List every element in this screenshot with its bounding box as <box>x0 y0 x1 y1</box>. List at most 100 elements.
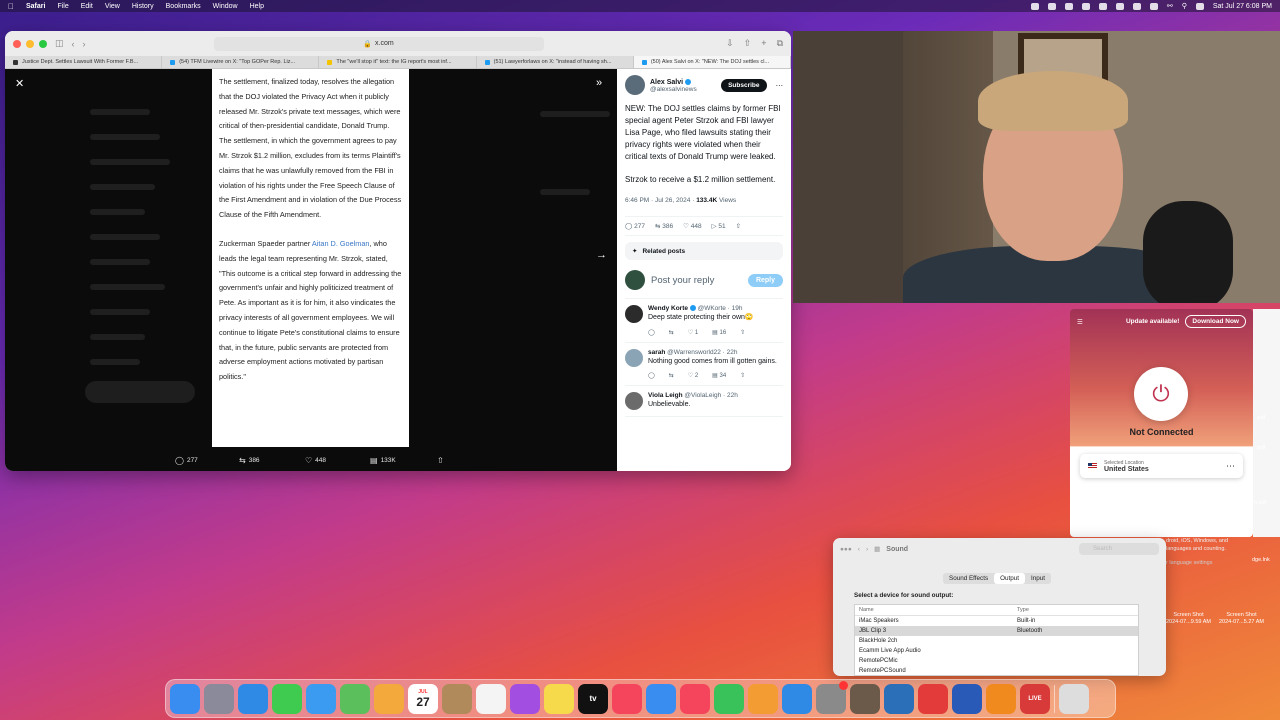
zoom-window-button[interactable] <box>39 39 47 48</box>
tweet-timestamp[interactable]: 6:46 PM · Jul 26, 2024 · <box>625 197 696 204</box>
repost-action[interactable]: ⇆ 386 <box>655 222 673 230</box>
menu-edit[interactable]: Edit <box>81 3 93 10</box>
repost-icon[interactable]: ⇆ <box>669 329 674 336</box>
status-icon[interactable] <box>1098 2 1107 10</box>
reply-icon[interactable]: ◯ <box>648 372 655 379</box>
tab-output[interactable]: Output <box>994 573 1025 584</box>
reply-item[interactable]: sarah @Warrensworld22 · 22h Nothing good… <box>625 348 783 386</box>
window-controls-icon[interactable]: ●●● <box>840 546 852 553</box>
like-action[interactable]: ♡ 448 <box>305 456 326 465</box>
like-action[interactable]: ♡ 1 <box>688 329 698 336</box>
avatar[interactable] <box>625 75 645 95</box>
desktop-file[interactable]: h.pdf <box>1254 500 1266 507</box>
status-icon[interactable] <box>1115 2 1124 10</box>
tab-alex-salvi[interactable]: (50) Alex Salvi on X: "NEW: The DOJ sett… <box>633 56 791 68</box>
views-action[interactable]: ▤ 16 <box>712 329 726 336</box>
tab-input[interactable]: Input <box>1025 573 1051 584</box>
word-icon[interactable] <box>952 683 982 714</box>
hamburger-icon[interactable]: ☰ <box>1077 318 1083 326</box>
back-icon[interactable]: ‹ <box>858 546 860 553</box>
reply-icon[interactable]: ◯ <box>648 329 655 336</box>
avatar[interactable] <box>625 348 643 367</box>
toolbox-icon[interactable] <box>918 683 948 714</box>
remote-icon[interactable] <box>884 683 914 714</box>
more-icon[interactable]: ⋯ <box>1226 461 1235 472</box>
like-action[interactable]: ♡ 2 <box>688 372 698 379</box>
table-row[interactable]: Ecamm Live App Audio <box>855 646 1138 656</box>
menu-window[interactable]: Window <box>213 3 238 10</box>
sidebar-icon[interactable]: ◫ <box>55 38 64 49</box>
archive-icon[interactable] <box>850 683 880 714</box>
numbers-icon[interactable] <box>714 683 744 714</box>
status-icon[interactable] <box>1081 2 1090 10</box>
column-name[interactable]: Name <box>859 607 1017 613</box>
control-center-icon[interactable] <box>1195 2 1204 10</box>
tab-nyt[interactable]: Justice Dept. Settles Lawsuit With Forme… <box>5 56 163 68</box>
share-icon[interactable]: ⇧ <box>740 372 745 379</box>
tab-sound-effects[interactable]: Sound Effects <box>943 573 994 584</box>
status-icon[interactable] <box>1064 2 1073 10</box>
tab-ig-report[interactable]: The "we'll stop it" text: the IG report'… <box>319 56 477 68</box>
forward-icon[interactable]: › <box>866 546 868 553</box>
back-icon[interactable]: ‹ <box>72 39 75 49</box>
reply-input[interactable]: Post your reply <box>651 275 742 286</box>
reply-name[interactable]: Viola Leigh <box>648 392 683 399</box>
location-selector[interactable]: Selected Location United States ⋯ <box>1080 454 1243 478</box>
podcasts-icon[interactable] <box>510 683 540 714</box>
bookmark-action[interactable]: ▷ 51 <box>712 222 726 230</box>
mail-icon[interactable] <box>306 683 336 714</box>
column-type[interactable]: Type <box>1017 607 1029 613</box>
table-row[interactable]: BlackHole 2ch <box>855 636 1138 646</box>
app-store-icon[interactable] <box>782 683 812 714</box>
share-action[interactable]: ⇧ <box>437 456 444 465</box>
table-row[interactable]: JBL Clip 3 Bluetooth <box>855 626 1138 636</box>
repost-action[interactable]: ⇆ 386 <box>239 456 260 465</box>
menu-history[interactable]: History <box>132 3 154 10</box>
table-row[interactable]: RemotePCMic <box>855 656 1138 666</box>
grid-icon[interactable]: ▦ <box>874 545 880 553</box>
reminders-icon[interactable] <box>476 683 506 714</box>
close-window-button[interactable] <box>13 39 21 48</box>
reply-action[interactable]: ◯ 277 <box>625 222 645 230</box>
tv-icon[interactable]: tv <box>578 683 608 714</box>
menu-app-name[interactable]: Safari <box>26 3 45 10</box>
desktop-file[interactable]: .pdf <box>1256 445 1265 452</box>
calendar-icon[interactable]: JUL 27 <box>408 683 438 714</box>
views-action[interactable]: ▤ 133K <box>370 456 396 465</box>
collapse-panel-icon[interactable]: » <box>596 77 602 89</box>
views-action[interactable]: ▤ 34 <box>712 372 726 379</box>
status-icon[interactable] <box>1030 2 1039 10</box>
forward-icon[interactable]: › <box>83 39 86 49</box>
desktop-file[interactable]: .pdf <box>1256 415 1265 422</box>
avatar[interactable] <box>625 392 643 410</box>
photos-icon[interactable] <box>374 683 404 714</box>
reply-item[interactable]: Viola Leigh @ViolaLeigh · 22h Unbelievab… <box>625 392 783 417</box>
apple-icon[interactable]:  <box>8 2 14 11</box>
menu-file[interactable]: File <box>57 3 68 10</box>
download-now-button[interactable]: Download Now <box>1185 315 1246 328</box>
ecamm-live-icon[interactable]: LIVE <box>1020 683 1050 714</box>
launchpad-icon[interactable] <box>204 683 234 714</box>
new-tab-icon[interactable]: + <box>761 38 766 49</box>
address-bar[interactable]: 🔒 x.com <box>213 36 544 51</box>
share-icon[interactable]: ⇧ <box>744 38 752 49</box>
reply-action[interactable]: ◯ 277 <box>175 456 198 465</box>
music-icon[interactable] <box>680 683 710 714</box>
vlc-icon[interactable] <box>986 683 1016 714</box>
author-handle[interactable]: @alexsalvinews <box>650 86 697 93</box>
tab-tfm[interactable]: (54) TFM Livewire on X: "Top GOPer Rep. … <box>162 56 320 68</box>
trash-icon[interactable] <box>1059 683 1089 714</box>
pages-icon[interactable] <box>748 683 778 714</box>
menu-view[interactable]: View <box>105 3 120 10</box>
tab-lawyerforlaws[interactable]: (51) Lawyerforlaws on X: "instead of hav… <box>477 56 634 68</box>
bluetooth-icon[interactable] <box>1132 2 1141 10</box>
reply-button[interactable]: Reply <box>747 273 783 287</box>
close-icon[interactable]: ✕ <box>15 77 24 90</box>
power-button[interactable]: ⏻ <box>1134 367 1188 421</box>
desktop-file[interactable]: Screen Shot 2024-07...9.59 AM <box>1166 612 1211 626</box>
repost-icon[interactable]: ⇆ <box>669 372 674 379</box>
like-action[interactable]: ♡ 448 <box>683 222 702 230</box>
minimize-window-button[interactable] <box>26 39 34 48</box>
tab-overview-icon[interactable]: ⧉ <box>777 38 783 49</box>
system-settings-icon[interactable] <box>816 680 848 714</box>
